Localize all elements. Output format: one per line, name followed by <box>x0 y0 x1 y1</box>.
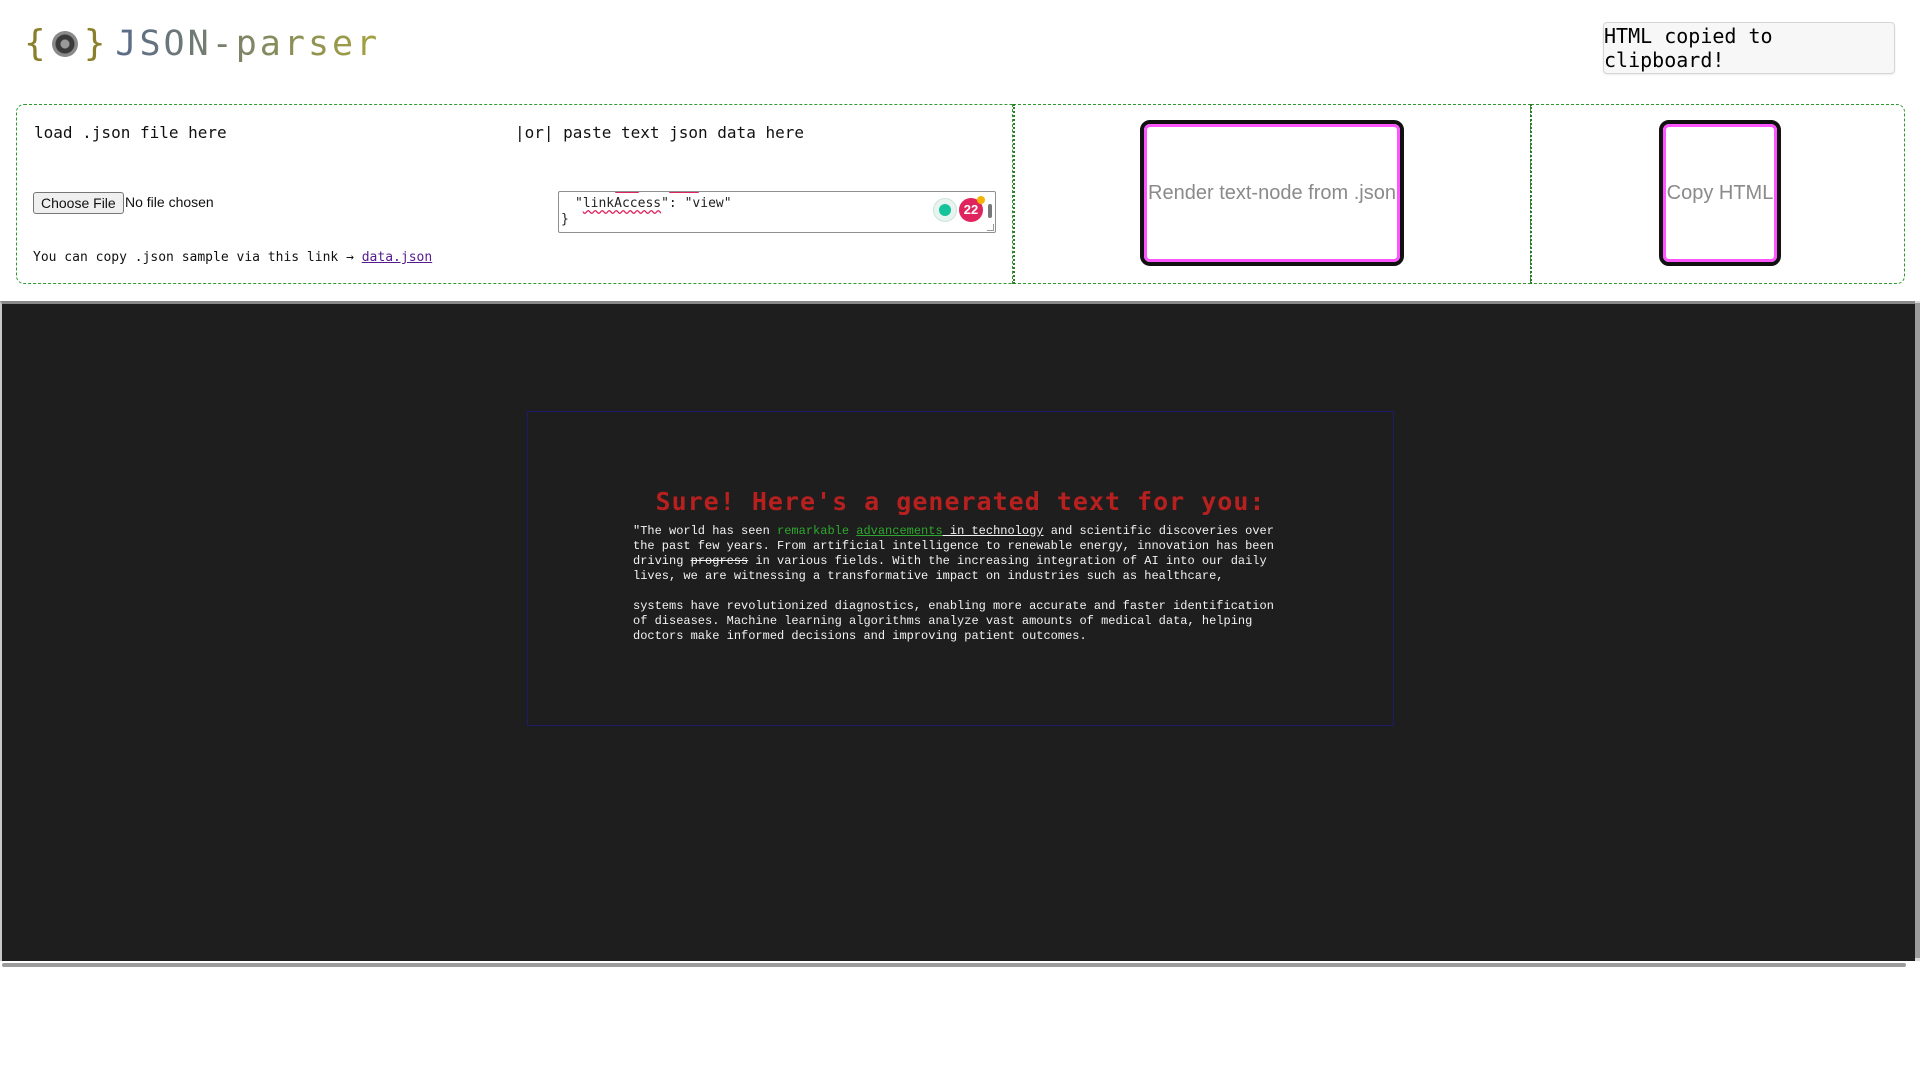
copied-toast: HTML copied to clipboard! <box>1603 22 1895 74</box>
sample-link-prefix: You can copy .json sample via this link … <box>33 250 362 265</box>
choose-file-button[interactable]: Choose File <box>33 192 124 214</box>
load-panel: load .json file here |or| paste text jso… <box>16 104 1013 284</box>
app-logo: { } JSON-parser <box>24 20 380 68</box>
text-node-body: "The world has seen remarkable advanceme… <box>633 524 1293 659</box>
json-quote: " <box>575 196 583 211</box>
preview-horizontal-scrollbar[interactable] <box>2 963 1906 967</box>
preview-area: Sure! Here's a generated text for you: "… <box>0 301 1915 961</box>
underline-in-technology: in technology <box>942 524 1044 538</box>
panel-divider <box>1013 104 1015 284</box>
paragraph-1: "The world has seen remarkable advanceme… <box>633 524 1293 584</box>
sample-link-text: You can copy .json sample via this link … <box>33 250 432 265</box>
json-textarea[interactable]: "linkAccess": "view" } 22 <box>558 191 996 233</box>
spell-mark <box>669 192 699 193</box>
p1-text: "The world has seen <box>633 524 778 538</box>
copy-panel: Copy HTML <box>1531 104 1905 284</box>
grammarly-icon[interactable] <box>933 198 957 222</box>
paragraph-2: systems have revolutionized diagnostics,… <box>633 599 1274 643</box>
highlight-advancements: advancements <box>856 524 943 538</box>
render-panel: Render text-node from .json <box>1013 104 1531 284</box>
panel-divider <box>1530 104 1532 284</box>
textarea-scrollbar[interactable] <box>988 204 992 218</box>
json-line-1: "linkAccess": "view" <box>575 196 732 212</box>
strike-progress: progress <box>690 554 749 568</box>
rendered-text-node: Sure! Here's a generated text for you: "… <box>527 411 1394 726</box>
load-file-label: load .json file here <box>34 123 227 142</box>
json-value: ": "view" <box>661 196 732 211</box>
logo-brace-open: { <box>24 23 46 64</box>
render-button[interactable]: Render text-node from .json <box>1140 120 1404 266</box>
scroll-thumb[interactable] <box>1915 303 1920 958</box>
preview-vertical-scrollbar[interactable] <box>1915 301 1920 961</box>
spell-mark <box>615 192 639 193</box>
highlight-remarkable: remarkable <box>777 524 850 538</box>
issue-count-badge[interactable]: 22 <box>959 196 985 222</box>
paste-json-label: |or| paste text json data here <box>515 123 804 142</box>
app-title: JSON-parser <box>115 24 381 64</box>
logo-brace-close: } <box>83 23 106 64</box>
grammar-badges[interactable]: 22 <box>933 196 985 222</box>
data-json-link[interactable]: data.json <box>362 250 432 265</box>
file-status: No file chosen <box>125 194 214 210</box>
textarea-resize-handle[interactable] <box>987 224 994 231</box>
text-node-heading: Sure! Here's a generated text for you: <box>655 487 1266 516</box>
copy-html-button[interactable]: Copy HTML <box>1659 120 1781 266</box>
eye-logo-icon <box>51 31 78 57</box>
json-key: linkAccess <box>582 196 662 211</box>
json-line-2: } <box>561 212 569 227</box>
